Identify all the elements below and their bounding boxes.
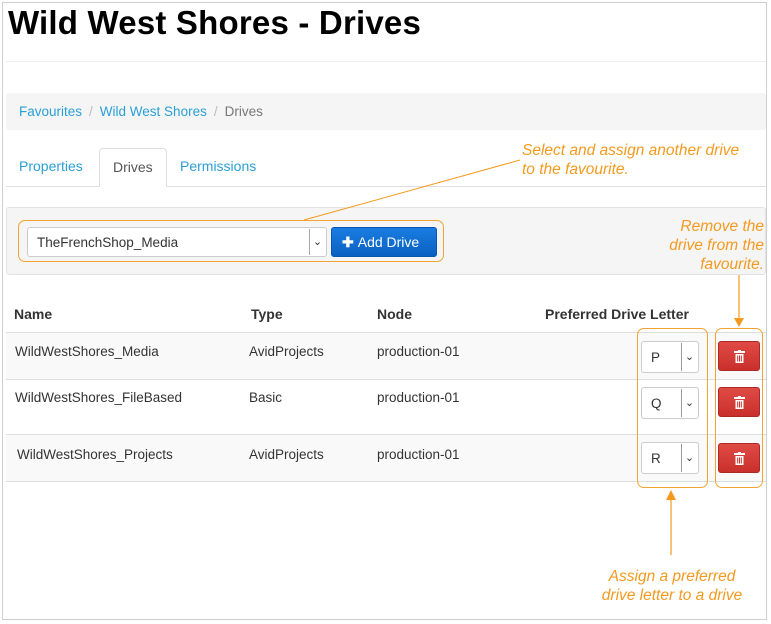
annotation-highlight-drive-picker bbox=[18, 220, 444, 262]
drive-type: Basic bbox=[249, 390, 283, 405]
drive-type: AvidProjects bbox=[249, 447, 324, 462]
tab-properties[interactable]: Properties bbox=[6, 148, 96, 186]
annotation-highlight-delete bbox=[715, 328, 763, 488]
callout-select-drive: Select and assign another drive to the f… bbox=[522, 142, 740, 178]
annotation-highlight-letters bbox=[637, 328, 708, 488]
breadcrumb-separator: / bbox=[89, 104, 93, 119]
breadcrumb-favourites[interactable]: Favourites bbox=[19, 104, 82, 119]
breadcrumb: Favourites / Wild West Shores / Drives bbox=[6, 93, 766, 130]
title-divider bbox=[6, 61, 766, 62]
drive-type: AvidProjects bbox=[249, 344, 324, 359]
breadcrumb-separator: / bbox=[213, 104, 218, 119]
column-header-type: Type bbox=[251, 306, 283, 322]
drive-name: WildWestShores_Projects bbox=[17, 447, 173, 462]
breadcrumb-wild-west-shores[interactable]: Wild West Shores bbox=[100, 104, 207, 119]
column-header-node: Node bbox=[377, 306, 412, 322]
drive-name: WildWestShores_FileBased bbox=[15, 390, 183, 405]
drive-node: production-01 bbox=[377, 390, 460, 405]
column-header-name: Name bbox=[14, 306, 53, 322]
callout-remove-drive: Remove the drive from the favourite. bbox=[669, 218, 764, 273]
page-title: Wild West Shores - Drives bbox=[8, 4, 422, 41]
breadcrumb-current: Drives bbox=[224, 104, 263, 119]
drive-node: production-01 bbox=[377, 344, 460, 359]
drive-name: WildWestShores_Media bbox=[15, 344, 159, 359]
tab-drives[interactable]: Drives bbox=[99, 148, 167, 187]
drive-node: production-01 bbox=[377, 447, 460, 462]
column-header-drive-letter: Preferred Drive Letter bbox=[545, 306, 689, 322]
tab-permissions[interactable]: Permissions bbox=[167, 148, 269, 186]
callout-assign-letter: Assign a preferred drive letter to a dri… bbox=[601, 568, 743, 604]
